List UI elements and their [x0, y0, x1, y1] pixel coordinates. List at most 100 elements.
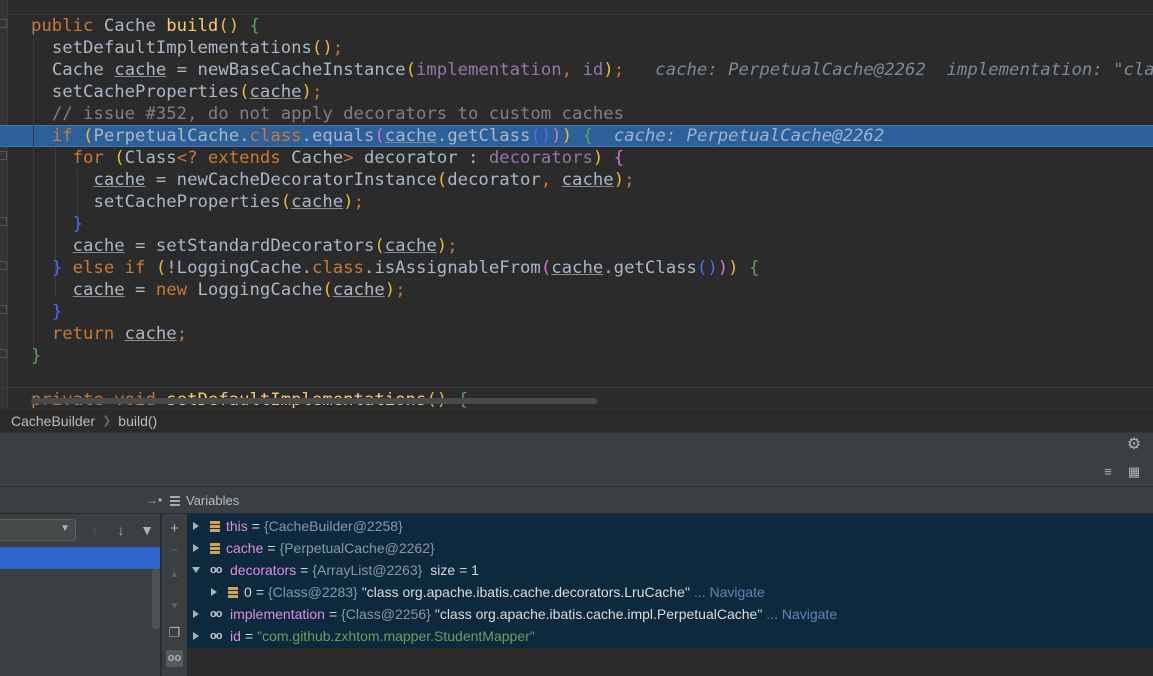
code-token: ) [592, 148, 604, 168]
code-line[interactable]: cache = setStandardDecorators(cache); [31, 235, 1153, 257]
code-line[interactable]: setDefaultImplementations(); [31, 37, 1153, 59]
code-token: = setStandardDecorators [124, 236, 375, 256]
code-token: Class [124, 148, 177, 168]
code-token: { [748, 258, 760, 278]
selected-frame-row[interactable] [0, 547, 160, 569]
code-lines[interactable]: public Cache build() { setDefaultImpleme… [31, 15, 1153, 408]
arrow-up-icon[interactable]: ↑ [87, 522, 103, 538]
fold-marker-icon[interactable] [0, 261, 7, 270]
code-token: { [613, 148, 625, 168]
variable-row[interactable]: cache = {PerpetualCache@2262} [187, 537, 1153, 559]
variable-row[interactable]: 0 = {Class@2283} "class org.apache.ibati… [187, 581, 1153, 603]
equals-sign: = [300, 562, 309, 578]
fold-marker-icon[interactable] [0, 305, 7, 314]
navigate-link[interactable]: ... Navigate [766, 606, 837, 622]
code-line[interactable]: setCacheProperties(cache); [31, 191, 1153, 213]
inline-debug-value: cache: PerpetualCache@2262 [592, 126, 885, 146]
horizontal-scrollbar[interactable] [31, 398, 597, 404]
copy-icon[interactable]: ❐ [166, 624, 183, 641]
arrow-down-icon[interactable]: ↓ [113, 522, 129, 538]
variable-ref: {CacheBuilder@2258} [263, 518, 403, 534]
code-token: ; [613, 60, 625, 80]
expand-arrow-icon[interactable] [193, 610, 199, 618]
code-line[interactable] [31, 367, 1153, 389]
thread-select[interactable]: ▼ [0, 519, 76, 541]
fold-marker-icon[interactable] [0, 349, 7, 358]
variables-tree[interactable]: this = {CacheBuilder@2258} cache = {Perp… [187, 514, 1153, 648]
object-icon: oo [210, 630, 222, 642]
expand-arrow-icon[interactable] [193, 632, 199, 640]
list-layout-icon[interactable]: ≡ [1101, 465, 1115, 479]
fold-marker-icon[interactable] [0, 19, 7, 28]
variable-row[interactable]: this = {CacheBuilder@2258} [187, 515, 1153, 537]
code-token: cache [93, 170, 146, 190]
frames-scrollbar[interactable] [152, 569, 160, 629]
variable-ref: {ArrayList@2263} [312, 562, 423, 578]
glasses-icon[interactable]: oo [166, 650, 183, 667]
collapse-arrow-icon[interactable] [192, 567, 200, 573]
code-line[interactable]: return cache; [31, 323, 1153, 345]
code-token: ( [83, 126, 94, 146]
variables-icon [170, 495, 180, 506]
gear-icon[interactable]: ⚙ [1126, 437, 1142, 453]
code-token: ( [155, 258, 167, 278]
current-execution-line[interactable]: if (PerpetualCache.class.equals(cache.ge… [31, 125, 1153, 147]
variable-row[interactable]: oo implementation = {Class@2256} "class … [187, 603, 1153, 625]
variable-row[interactable]: oo id = "com.github.zxhtom.mapper.Studen… [187, 625, 1153, 647]
code-token: ; [624, 170, 635, 190]
code-line[interactable]: Cache cache = newBaseCacheInstance(imple… [31, 59, 1153, 81]
equals-sign: = [251, 518, 260, 534]
equals-sign: = [328, 606, 338, 622]
code-line[interactable]: } [31, 301, 1153, 323]
code-line[interactable]: } [31, 213, 1153, 235]
fold-marker-icon[interactable] [0, 151, 7, 160]
editor-gutter[interactable] [0, 0, 8, 408]
code-line[interactable]: setCacheProperties(cache); [31, 81, 1153, 103]
pin-icon[interactable]: →• [146, 492, 162, 508]
variable-name: this [226, 518, 248, 534]
code-token: () [218, 16, 240, 36]
code-token: if [51, 126, 84, 146]
plus-icon[interactable]: + [166, 520, 183, 537]
code-token: ) [561, 126, 573, 146]
caret-down-icon[interactable]: ▼ [166, 598, 183, 615]
code-line[interactable]: // issue #352, do not apply decorators t… [31, 103, 1153, 125]
code-token: Cache [51, 60, 115, 80]
fold-marker-icon[interactable] [0, 217, 7, 226]
code-editor[interactable]: public Cache build() { setDefaultImpleme… [0, 0, 1153, 408]
object-icon: oo [210, 564, 222, 576]
code-token: ( [405, 60, 416, 80]
code-line[interactable]: } else if (!LoggingCache.class.isAssigna… [31, 257, 1153, 279]
minus-icon[interactable]: − [166, 542, 183, 559]
code-token: } [51, 258, 73, 278]
variables-tab[interactable]: Variables [170, 487, 239, 514]
code-token: ( [540, 258, 552, 278]
expand-arrow-icon[interactable] [211, 588, 217, 596]
field-icon [210, 520, 220, 532]
code-token: decorator : [363, 148, 489, 168]
expand-arrow-icon[interactable] [193, 544, 199, 552]
code-line[interactable]: public Cache build() { [31, 15, 1153, 37]
code-line[interactable]: cache = new LoggingCache(cache); [31, 279, 1153, 301]
code-line[interactable]: for (Class<? extends Cache> decorator : … [31, 147, 1153, 169]
variable-name: 0 [244, 584, 252, 600]
navigate-link[interactable]: ... Navigate [694, 584, 765, 600]
chevron-right-icon: ❯ [102, 415, 112, 427]
code-token: class [249, 126, 302, 146]
code-token: .getClass [603, 258, 697, 278]
variable-row[interactable]: oo decorators = {ArrayList@2263} size = … [187, 559, 1153, 581]
grid-layout-icon[interactable]: ▦ [1127, 465, 1141, 479]
code-token: class [311, 258, 364, 278]
caret-up-icon[interactable]: ▲ [166, 566, 183, 583]
code-line[interactable]: cache = newCacheDecoratorInstance(decora… [31, 169, 1153, 191]
breadcrumb-method[interactable]: build() [118, 413, 157, 429]
code-line[interactable]: } [31, 345, 1153, 367]
expand-arrow-icon[interactable] [193, 522, 199, 530]
breadcrumb-class[interactable]: CacheBuilder [11, 413, 95, 429]
filter-icon[interactable]: ▼ [139, 522, 155, 538]
